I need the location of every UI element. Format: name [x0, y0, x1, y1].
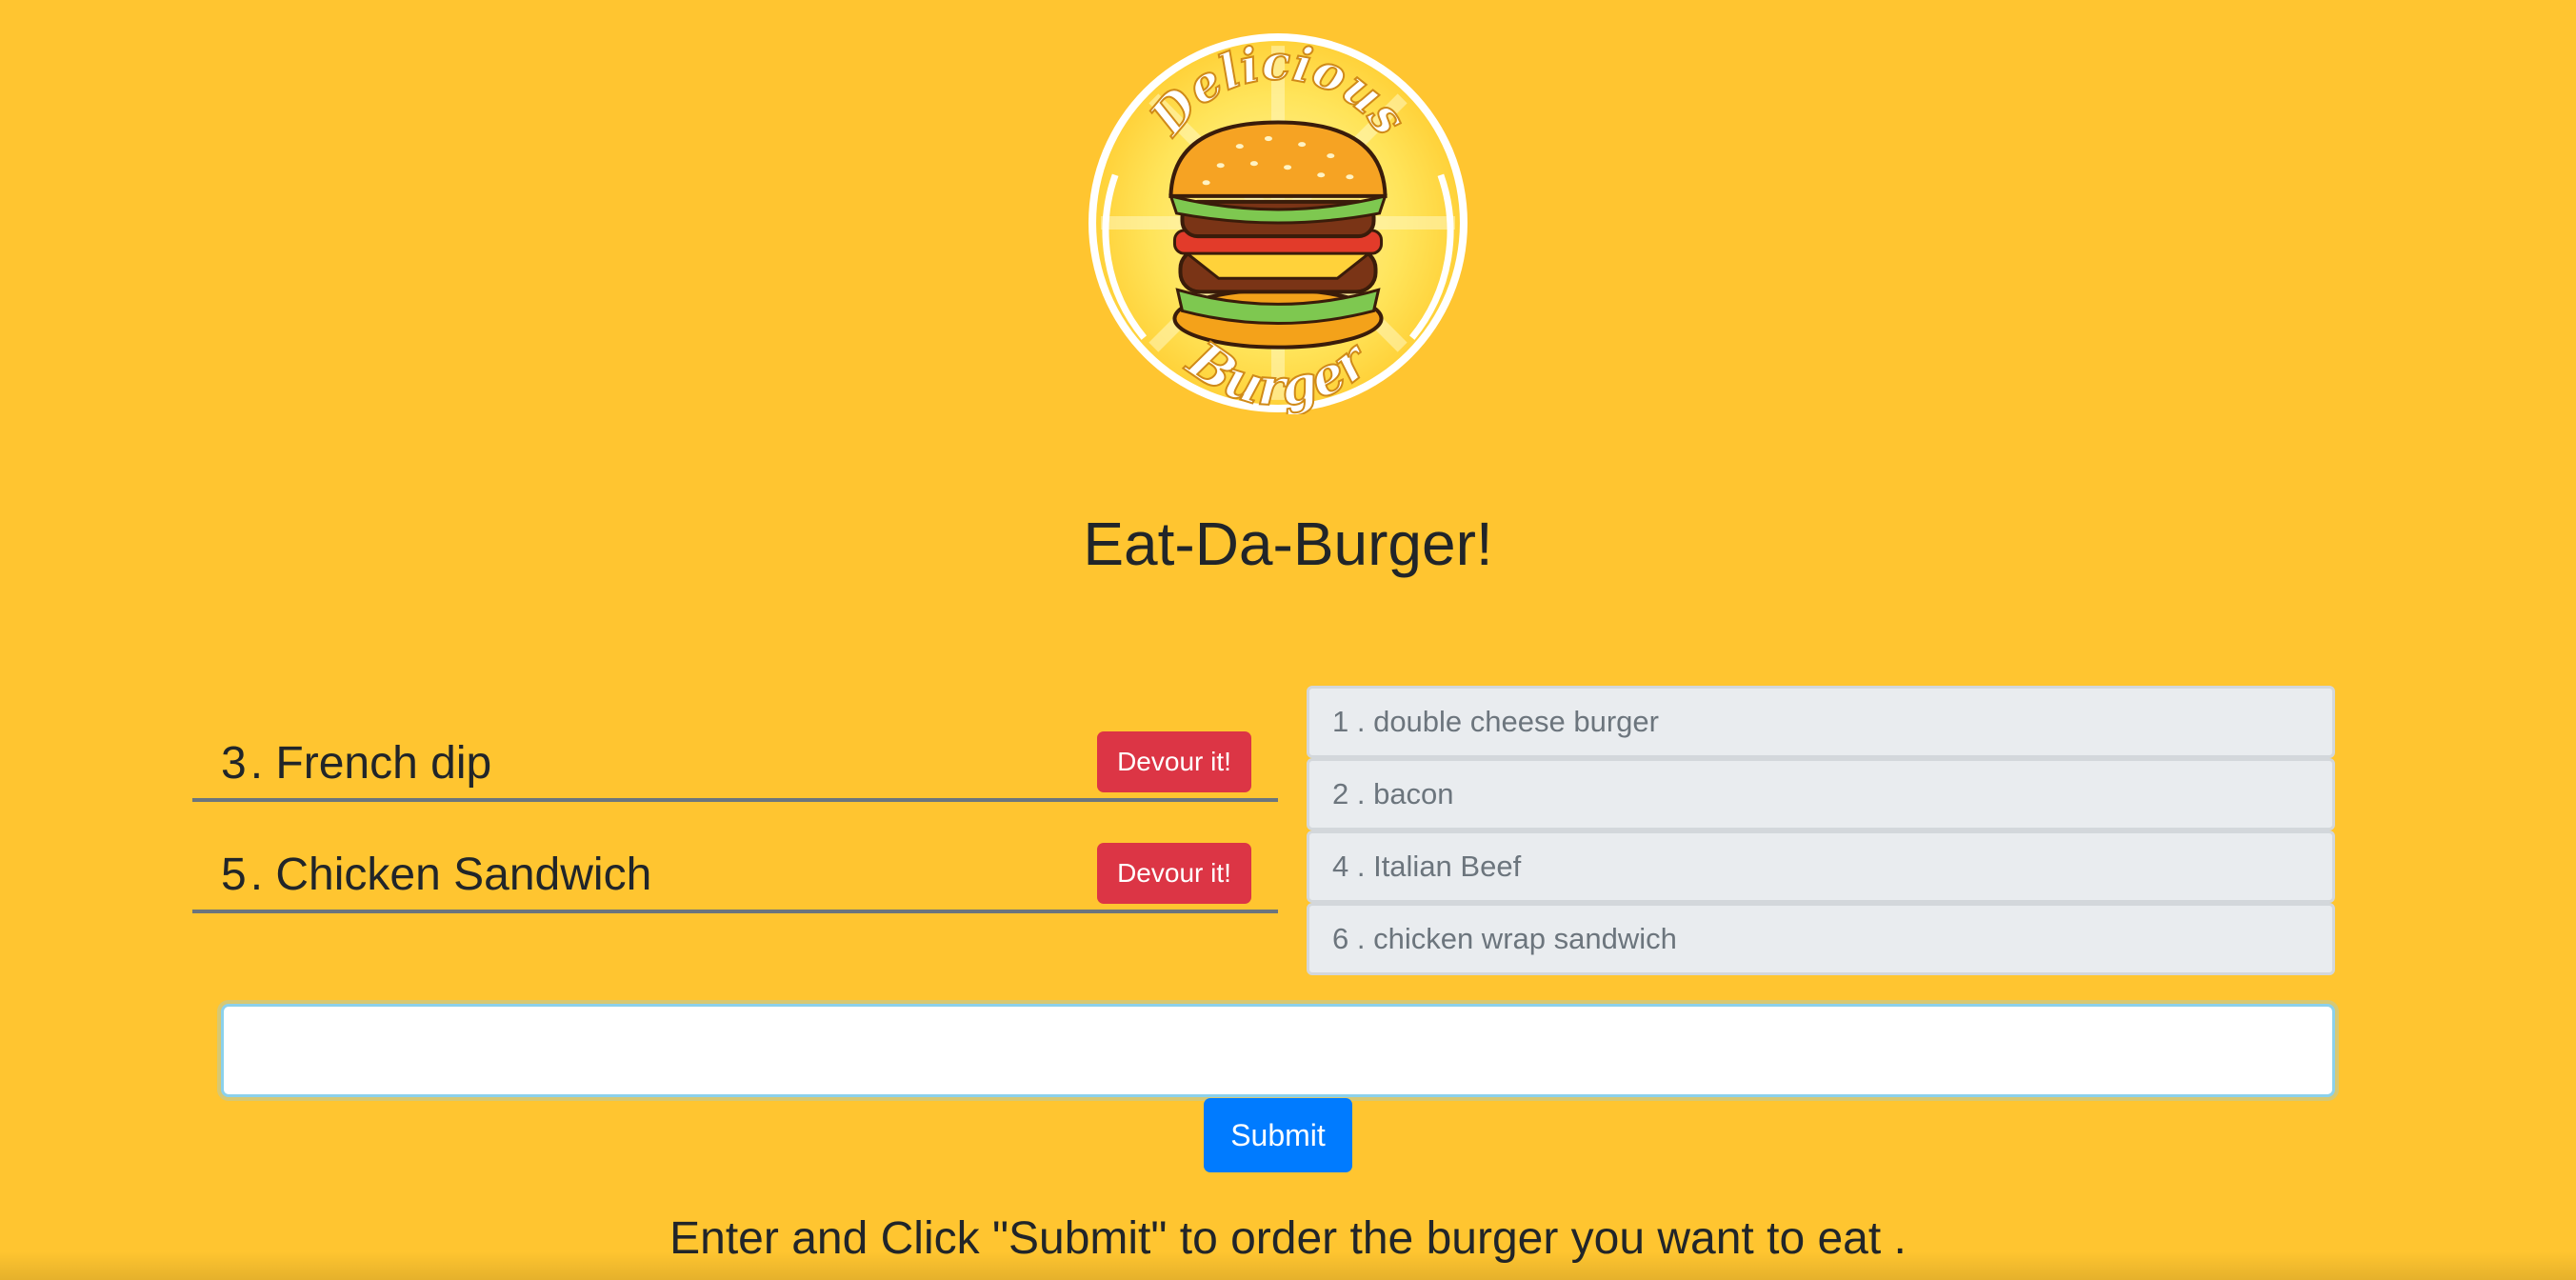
- burger-name: 5. Chicken Sandwich: [221, 850, 652, 900]
- burger-name: 3. French dip: [221, 738, 492, 789]
- page-title: Eat-Da-Burger!: [1083, 510, 1493, 578]
- page: Delicious Burger Eat-Da-Burger! 3. Frenc…: [0, 0, 2576, 1280]
- burger-row: 5. Chicken Sandwich Devour it!: [192, 837, 1278, 913]
- uneaten-burger-list: 3. French dip Devour it! 5. Chicken Sand…: [192, 726, 1278, 949]
- devoured-item: 4 . Italian Beef: [1307, 830, 2335, 903]
- devour-button[interactable]: Devour it!: [1097, 731, 1251, 792]
- burger-name-input[interactable]: [221, 1004, 2335, 1097]
- devoured-item: 6 . chicken wrap sandwich: [1307, 903, 2335, 975]
- devour-button[interactable]: Devour it!: [1097, 843, 1251, 904]
- submit-button[interactable]: Submit: [1204, 1098, 1352, 1172]
- burger-logo-icon: Delicious Burger: [1088, 33, 1468, 414]
- devoured-item: 1 . double cheese burger: [1307, 686, 2335, 758]
- devoured-item: 2 . bacon: [1307, 758, 2335, 830]
- bottom-shadow: [0, 1251, 2576, 1280]
- burger-row: 3. French dip Devour it!: [192, 726, 1278, 802]
- devoured-burger-list: 1 . double cheese burger 2 . bacon 4 . I…: [1307, 686, 2335, 975]
